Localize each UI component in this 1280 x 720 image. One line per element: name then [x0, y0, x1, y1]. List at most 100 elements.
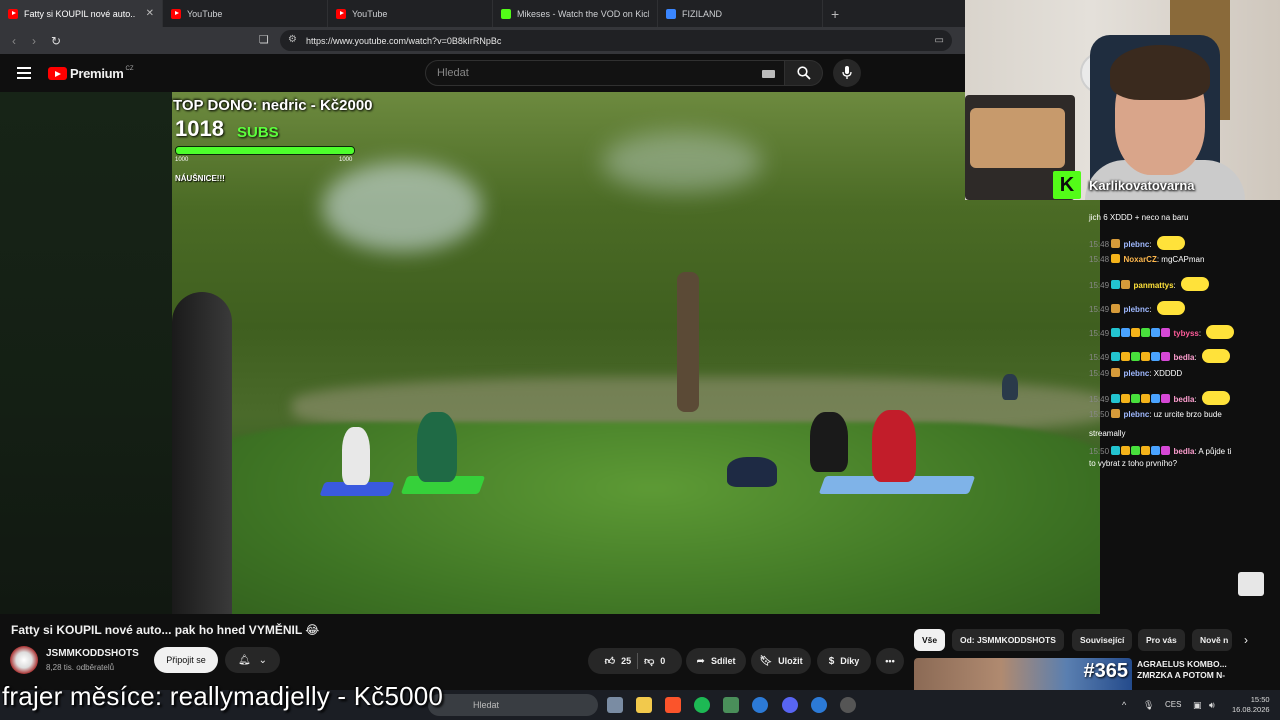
chat-username[interactable]: plebnc: [1124, 240, 1150, 249]
chat-username[interactable]: tybyss: [1174, 329, 1199, 338]
forward-icon[interactable]: ›: [24, 34, 44, 48]
discord-icon[interactable]: [782, 697, 798, 713]
chat-username[interactable]: NoxarCZ: [1124, 255, 1157, 264]
youtube-icon: [336, 8, 346, 19]
foreground-person: [172, 292, 232, 614]
goal-text: NÁUŠNICE!!!: [175, 174, 225, 183]
voice-search-button[interactable]: [833, 59, 861, 87]
more-actions-button[interactable]: •••: [876, 648, 904, 674]
chat-username[interactable]: plebnc: [1124, 305, 1150, 314]
chat-text: A půjde ti: [1198, 447, 1232, 456]
chat-message: 15:50 bedla: A půjde ti: [1089, 446, 1232, 456]
site-settings-icon[interactable]: ⚙: [288, 34, 297, 45]
chat-username[interactable]: bedla: [1174, 447, 1195, 456]
new-tab-button[interactable]: +: [823, 0, 847, 27]
chat-username[interactable]: plebnc: [1124, 369, 1150, 378]
chat-timestamp: 15:50: [1089, 410, 1110, 419]
chat-badge-icon: [1111, 328, 1121, 337]
app-icon[interactable]: [811, 697, 827, 713]
task-view-icon[interactable]: [607, 697, 623, 713]
microphone-icon[interactable]: 🎙︎: [1143, 700, 1154, 711]
reload-icon[interactable]: ↻: [46, 34, 66, 48]
tab-fiziland[interactable]: FIZILAND: [658, 0, 823, 27]
chat-badge-icon: [1121, 446, 1131, 455]
chat-username[interactable]: bedla: [1174, 353, 1195, 362]
tab-youtube-2[interactable]: YouTube: [328, 0, 493, 27]
language-indicator[interactable]: CES: [1165, 700, 1181, 709]
tab-label: YouTube: [352, 8, 388, 19]
tab-youtube-1[interactable]: YouTube: [163, 0, 328, 27]
taskbar-search-input[interactable]: Hledat: [428, 694, 598, 716]
channel-name[interactable]: JSMMKODDSHOTS: [46, 648, 139, 659]
back-icon[interactable]: ‹: [4, 34, 24, 48]
chat-username[interactable]: bedla: [1174, 395, 1195, 404]
spotify-icon[interactable]: [694, 697, 710, 713]
menu-icon[interactable]: [17, 67, 31, 79]
chat-badge-icon: [1131, 352, 1141, 361]
search-button[interactable]: [785, 60, 823, 86]
chip-all[interactable]: Vše: [914, 629, 946, 651]
bookmark-icon[interactable]: ❏: [259, 33, 269, 46]
app-icon[interactable]: [723, 697, 739, 713]
search-input[interactable]: Hledat: [425, 60, 785, 86]
share-button[interactable]: ➦ Sdílet: [686, 648, 746, 674]
dislike-icon[interactable]: 👎︎: [644, 655, 654, 667]
dislike-count[interactable]: 0: [660, 656, 665, 666]
save-button[interactable]: 🔖︎ Uložit: [751, 648, 811, 674]
divider: [637, 653, 639, 669]
tab-kick[interactable]: Mikeses - Watch the VOD on Kick: [493, 0, 658, 27]
chip-related[interactable]: Související: [1072, 629, 1133, 651]
youtube-logo[interactable]: Premium CZ: [48, 66, 134, 81]
sub-label: SUBS: [237, 124, 279, 141]
chat-badge-icon: [1161, 446, 1171, 455]
thanks-button[interactable]: $ Díky: [817, 648, 871, 674]
chat-username[interactable]: plebnc: [1124, 410, 1150, 419]
network-icon[interactable]: ▣: [1193, 700, 1202, 711]
chevron-up-icon[interactable]: ^: [1122, 700, 1126, 710]
address-bar[interactable]: ⚙ https://www.youtube.com/watch?v=0B8kIr…: [280, 30, 952, 51]
tab-current-video[interactable]: Fatty si KOUPIL nové auto... pak ✕: [0, 0, 163, 27]
microphone-icon: [842, 66, 852, 79]
chat-emote-icon: [1201, 391, 1230, 405]
recommendation-title[interactable]: AGRAELUS KOMBO... ZMRZKA A POTOM N-: [1137, 659, 1257, 681]
notifications-button[interactable]: 🔔︎ ⌄: [225, 647, 280, 673]
like-count[interactable]: 25: [621, 656, 631, 666]
chat-emote-icon: [1156, 236, 1185, 250]
park-visitor: [417, 412, 457, 482]
channel-avatar[interactable]: [10, 646, 38, 674]
cast-icon[interactable]: ▭: [935, 35, 944, 46]
chat-text: streamally: [1089, 429, 1126, 438]
kick-icon: [501, 8, 511, 19]
recommendation-thumbnail[interactable]: #365: [914, 658, 1132, 690]
chat-badge-icon: [1161, 394, 1171, 403]
chat-badge-icon: [1111, 368, 1121, 377]
brave-browser-icon[interactable]: [665, 697, 681, 713]
volume-icon[interactable]: 🔊︎: [1209, 700, 1215, 711]
chevron-right-icon[interactable]: ›: [1236, 629, 1256, 651]
file-explorer-icon[interactable]: [636, 697, 652, 713]
like-icon[interactable]: 👍︎: [605, 655, 615, 667]
video-player[interactable]: [172, 92, 1100, 614]
clock[interactable]: 15:50 16.08.2026: [1232, 695, 1270, 715]
chat-message: 15:49 tybyss:: [1089, 325, 1235, 339]
keyboard-icon[interactable]: [762, 70, 775, 78]
app-icon[interactable]: [752, 697, 768, 713]
share-label: Sdílet: [710, 656, 736, 666]
chat-badge-icon: [1131, 328, 1141, 337]
streamer-nameplate: K Karlikovatovarna: [1053, 171, 1195, 199]
close-icon[interactable]: ✕: [140, 8, 154, 19]
chat-message: 15:48 plebnc:: [1089, 236, 1185, 250]
chip-from-channel[interactable]: Od: JSMMKODDSHOTS: [952, 629, 1064, 651]
app-icon[interactable]: [840, 697, 856, 713]
channel-watermark-icon[interactable]: [1238, 572, 1264, 596]
thanks-label: Díky: [840, 656, 860, 666]
chat-timestamp: 15:49: [1089, 353, 1110, 362]
chat-timestamp: 15:49: [1089, 395, 1110, 404]
chip-for-you[interactable]: Pro vás: [1138, 629, 1185, 651]
park-visitor: [872, 410, 916, 482]
join-button[interactable]: Připojit se: [154, 647, 218, 673]
chip-newly[interactable]: Nově n: [1192, 629, 1232, 651]
chat-username[interactable]: panmattys: [1134, 281, 1174, 290]
chat-emote-icon: [1156, 301, 1185, 315]
chat-message: jich 6 XDDD + neco na baru: [1089, 212, 1188, 223]
